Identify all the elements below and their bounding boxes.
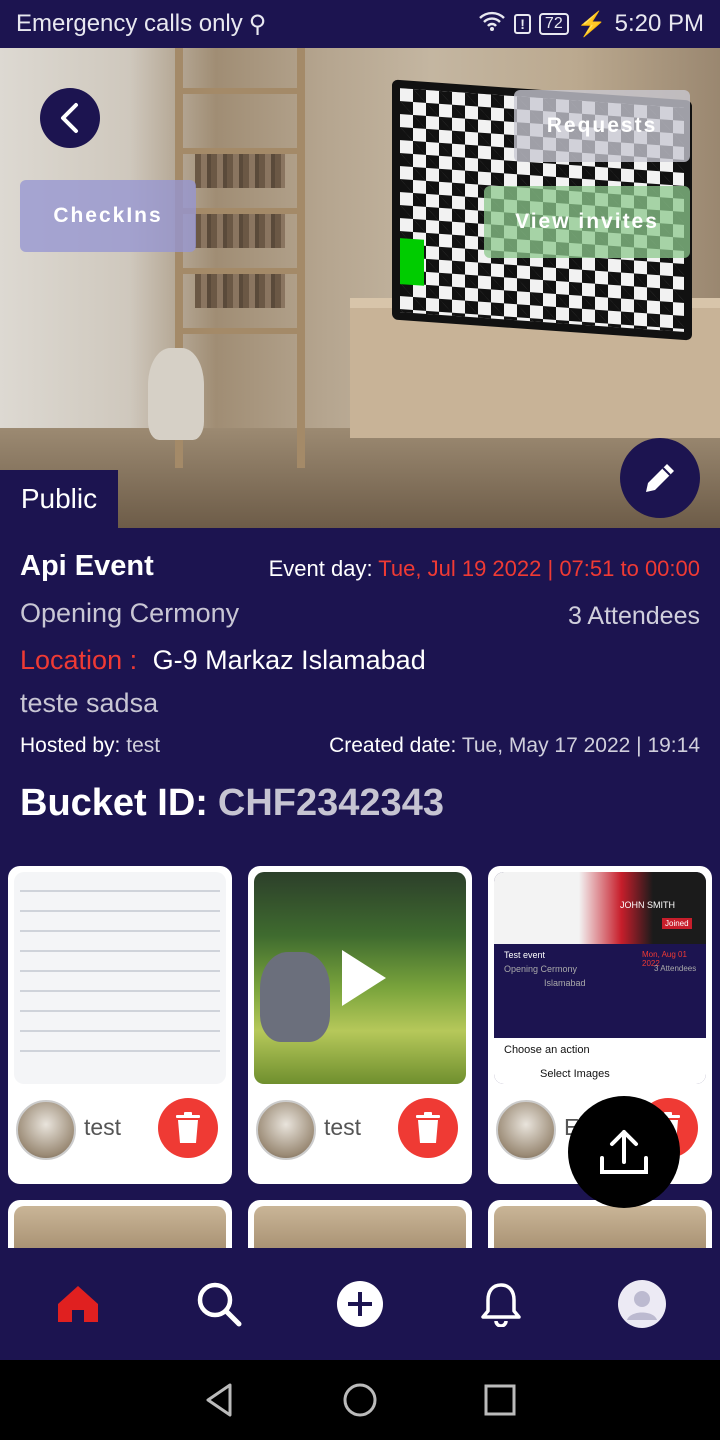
event-day-value: Tue, Jul 19 2022 | 07:51 to 00:00: [378, 556, 700, 581]
upload-button[interactable]: [568, 1096, 680, 1208]
nav-search[interactable]: [189, 1274, 249, 1334]
hosted-value: test: [126, 734, 161, 757]
clock: 5:20 PM: [614, 10, 704, 37]
system-home-icon[interactable]: [342, 1382, 378, 1418]
view-invites-button[interactable]: View invites: [484, 186, 690, 258]
nav-home[interactable]: [48, 1274, 108, 1334]
search-icon: [197, 1282, 242, 1327]
media-owner: test: [84, 1114, 122, 1140]
battery-level: 72: [538, 13, 569, 35]
delete-button[interactable]: [158, 1098, 218, 1158]
alert-icon: !: [514, 14, 531, 34]
usb-icon: ⚲: [248, 10, 267, 38]
cover-cat: [148, 348, 204, 440]
system-back-icon[interactable]: [202, 1382, 238, 1418]
bell-icon: [481, 1283, 521, 1327]
event-location: Location : G-9 Markaz Islamabad: [20, 645, 426, 676]
back-button[interactable]: [40, 88, 100, 148]
created-label: Created date:: [329, 734, 457, 757]
edit-event-button[interactable]: [620, 438, 700, 518]
event-day: Event day: Tue, Jul 19 2022 | 07:51 to 0…: [269, 556, 700, 582]
system-recents-icon[interactable]: [482, 1382, 518, 1418]
home-icon: [58, 1286, 99, 1322]
hosted-label: Hosted by:: [20, 734, 121, 757]
avatar: [256, 1100, 316, 1160]
event-description: teste sadsa: [20, 688, 159, 718]
event-subtitle: Opening Cermony: [20, 598, 240, 628]
bucket-label: Bucket ID:: [20, 782, 208, 824]
upload-icon: [600, 1130, 648, 1174]
trash-icon: [176, 1112, 200, 1143]
status-bar: Emergency calls only ⚲ ! 72 ⚡ 5:20 PM: [0, 0, 720, 48]
profile-icon: [617, 1280, 666, 1328]
video-thumbnail[interactable]: [254, 872, 466, 1084]
chevron-left-icon: [61, 103, 78, 133]
add-circle-icon: [336, 1281, 383, 1327]
media-thumbnail[interactable]: [14, 872, 226, 1084]
media-card[interactable]: test: [248, 866, 472, 1184]
media-card[interactable]: test: [8, 866, 232, 1184]
carrier-text: Emergency calls only: [16, 10, 243, 37]
media-thumbnail[interactable]: JOHN SMITH Joined Test event Mon, Aug 01…: [494, 872, 706, 1084]
bottom-navigation: [0, 1248, 720, 1360]
avatar: [496, 1100, 556, 1160]
delete-button[interactable]: [398, 1098, 458, 1158]
created-value: Tue, May 17 2022 | 19:14: [461, 734, 700, 757]
charging-icon: ⚡: [576, 10, 607, 38]
event-day-label: Event day:: [268, 556, 373, 581]
requests-button[interactable]: Requests: [514, 90, 690, 162]
hosted-by: Hosted by: test: [20, 734, 160, 758]
checkins-button[interactable]: CheckIns: [20, 180, 196, 252]
system-navigation-bar: [0, 1360, 720, 1440]
trash-icon: [416, 1112, 440, 1143]
bucket-id: Bucket ID: CHF2342343: [20, 782, 444, 825]
visibility-badge: Public: [0, 470, 118, 528]
avatar: [16, 1100, 76, 1160]
play-icon: [342, 950, 386, 1006]
location-label: Location :: [20, 645, 138, 675]
attendees-count[interactable]: 3 Attendees: [568, 602, 700, 631]
media-owner: test: [324, 1114, 362, 1140]
nav-notifications[interactable]: [471, 1274, 531, 1334]
created-date: Created date: Tue, May 17 2022 | 19:14: [329, 734, 700, 758]
event-title: Api Event: [20, 550, 154, 582]
bucket-value: CHF2342343: [217, 782, 444, 824]
pencil-icon: [646, 464, 674, 492]
wifi-icon: [478, 10, 506, 39]
nav-profile[interactable]: [612, 1274, 672, 1334]
nav-add[interactable]: [330, 1274, 390, 1334]
location-value: G-9 Markaz Islamabad: [152, 645, 426, 675]
